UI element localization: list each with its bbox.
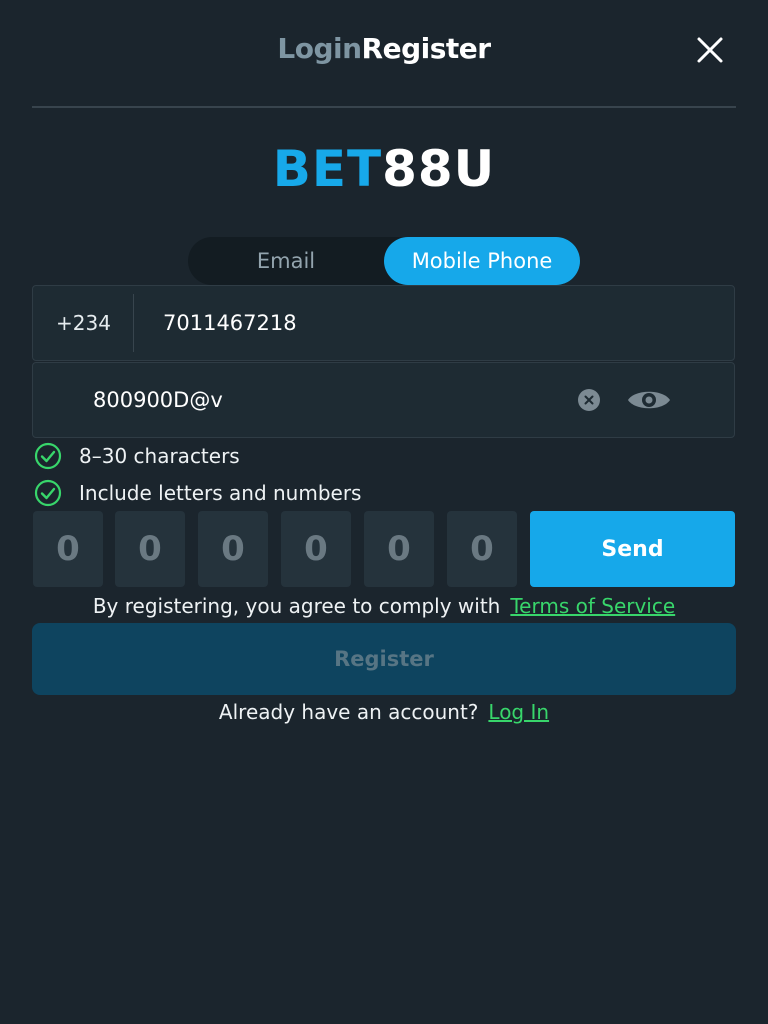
terms-of-service-link[interactable]: Terms of Service: [510, 594, 675, 618]
logo-part-bet: BET: [272, 140, 383, 198]
eye-icon[interactable]: [626, 385, 672, 415]
tab-mobile-phone[interactable]: Mobile Phone: [384, 237, 580, 285]
code-digit-4[interactable]: 0: [281, 511, 351, 587]
check-circle-icon: [34, 442, 62, 470]
send-code-button[interactable]: Send: [530, 511, 735, 587]
tab-login[interactable]: Login: [277, 32, 362, 65]
header-divider: [32, 106, 736, 108]
code-digit-5[interactable]: 0: [364, 511, 434, 587]
close-button[interactable]: [690, 30, 730, 70]
phone-field: +234 7011467218: [32, 285, 735, 361]
login-prompt: Already have an account? Log In: [0, 696, 768, 728]
terms-text: By registering, you agree to comply with: [92, 594, 501, 618]
register-modal: LoginRegister BET88U Email Mobile Phone …: [0, 0, 768, 1024]
code-digit-6[interactable]: 0: [447, 511, 517, 587]
close-icon: [697, 37, 723, 63]
password-input[interactable]: 800900D@v: [93, 363, 223, 437]
password-field: 800900D@v: [32, 362, 735, 438]
method-toggle: Email Mobile Phone: [188, 237, 580, 285]
terms-notice: By registering, you agree to comply with…: [0, 590, 768, 622]
rule-letters-numbers: Include letters and numbers: [34, 478, 361, 508]
check-circle-icon: [34, 479, 62, 507]
clear-icon[interactable]: [578, 389, 600, 411]
code-digit-2[interactable]: 0: [115, 511, 185, 587]
rule-letters-numbers-text: Include letters and numbers: [79, 481, 362, 505]
login-link[interactable]: Log In: [488, 700, 549, 724]
logo-part-88u: 88U: [382, 140, 496, 198]
auth-tabs: LoginRegister: [0, 32, 768, 65]
tab-register[interactable]: Register: [362, 32, 492, 65]
country-code-select[interactable]: +234: [33, 286, 134, 360]
phone-input[interactable]: 7011467218: [163, 286, 297, 360]
rule-length: 8–30 characters: [34, 441, 240, 471]
login-prompt-text: Already have an account?: [218, 700, 479, 724]
tab-email[interactable]: Email: [188, 237, 384, 285]
code-digit-1[interactable]: 0: [33, 511, 103, 587]
code-digit-3[interactable]: 0: [198, 511, 268, 587]
rule-length-text: 8–30 characters: [79, 444, 240, 468]
prefix-divider: [133, 294, 134, 352]
brand-logo: BET88U: [0, 140, 768, 198]
register-button[interactable]: Register: [32, 623, 736, 695]
